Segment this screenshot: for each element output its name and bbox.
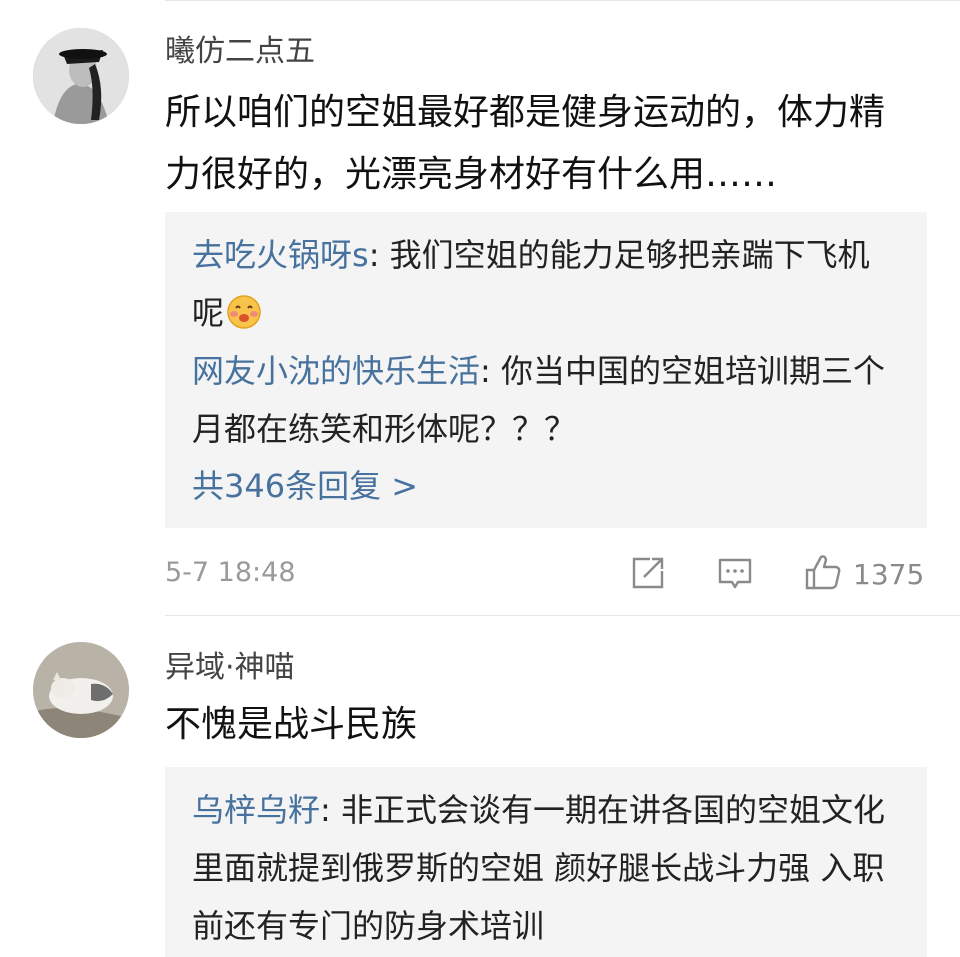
share-button[interactable] [630, 555, 666, 595]
reply-item[interactable]: 乌梓乌籽: 非正式会谈有一期在讲各国的空姐文化 里面就提到俄罗斯的空姐 颜好腿长… [192, 781, 897, 955]
reply-item[interactable]: 网友小沈的快乐生活: 你当中国的空姐培训期三个月都在练笑和形体呢？？？ [192, 342, 897, 458]
share-icon [630, 555, 666, 595]
thumbs-up-icon [803, 552, 843, 596]
reply-separator: : [320, 791, 341, 829]
blush-emoji-icon [226, 290, 262, 348]
avatar[interactable] [33, 642, 129, 738]
comment-content: 所以咱们的空姐最好都是健身运动的，体力精力很好的，光漂亮身材好有什么用…… [165, 92, 886, 195]
avatar-image [33, 642, 129, 738]
reply-username[interactable]: 乌梓乌籽 [192, 791, 320, 829]
replies-box[interactable]: 去吃火锅呀s: 我们空姐的能力足够把亲踹下飞机呢 网友小沈的快乐生活: 你当中国… [165, 212, 927, 528]
comment-button[interactable] [717, 556, 753, 596]
reply-separator: : [368, 236, 390, 274]
replies-box[interactable]: 乌梓乌籽: 非正式会谈有一期在讲各国的空姐文化 里面就提到俄罗斯的空姐 颜好腿长… [165, 767, 927, 957]
comment-content: 不愧是战斗民族 [165, 704, 418, 745]
like-button[interactable]: 1375 [803, 552, 924, 596]
comment-item: 异域·神喵 不愧是战斗民族 乌梓乌籽: 非正式会谈有一期在讲各国的空姐文化 里面… [0, 616, 960, 957]
comment-timestamp: 5-7 18:48 [165, 557, 296, 588]
comment-username[interactable]: 异域·神喵 [165, 648, 295, 688]
reply-username[interactable]: 去吃火锅呀s [192, 236, 369, 274]
avatar-image [33, 28, 129, 124]
comment-item: 曦仿二点五 所以咱们的空姐最好都是健身运动的，体力精力很好的，光漂亮身材好有什么… [0, 0, 960, 615]
more-replies-link[interactable]: 共346条回复 > [192, 466, 418, 506]
reply-separator: : [480, 352, 501, 390]
reply-username[interactable]: 网友小沈的快乐生活 [192, 352, 480, 390]
like-count: 1375 [853, 557, 925, 591]
reply-item[interactable]: 去吃火锅呀s: 我们空姐的能力足够把亲踹下飞机呢 [192, 226, 897, 348]
avatar[interactable] [33, 28, 129, 124]
comment-icon [717, 556, 753, 596]
comment-username[interactable]: 曦仿二点五 [165, 32, 315, 72]
